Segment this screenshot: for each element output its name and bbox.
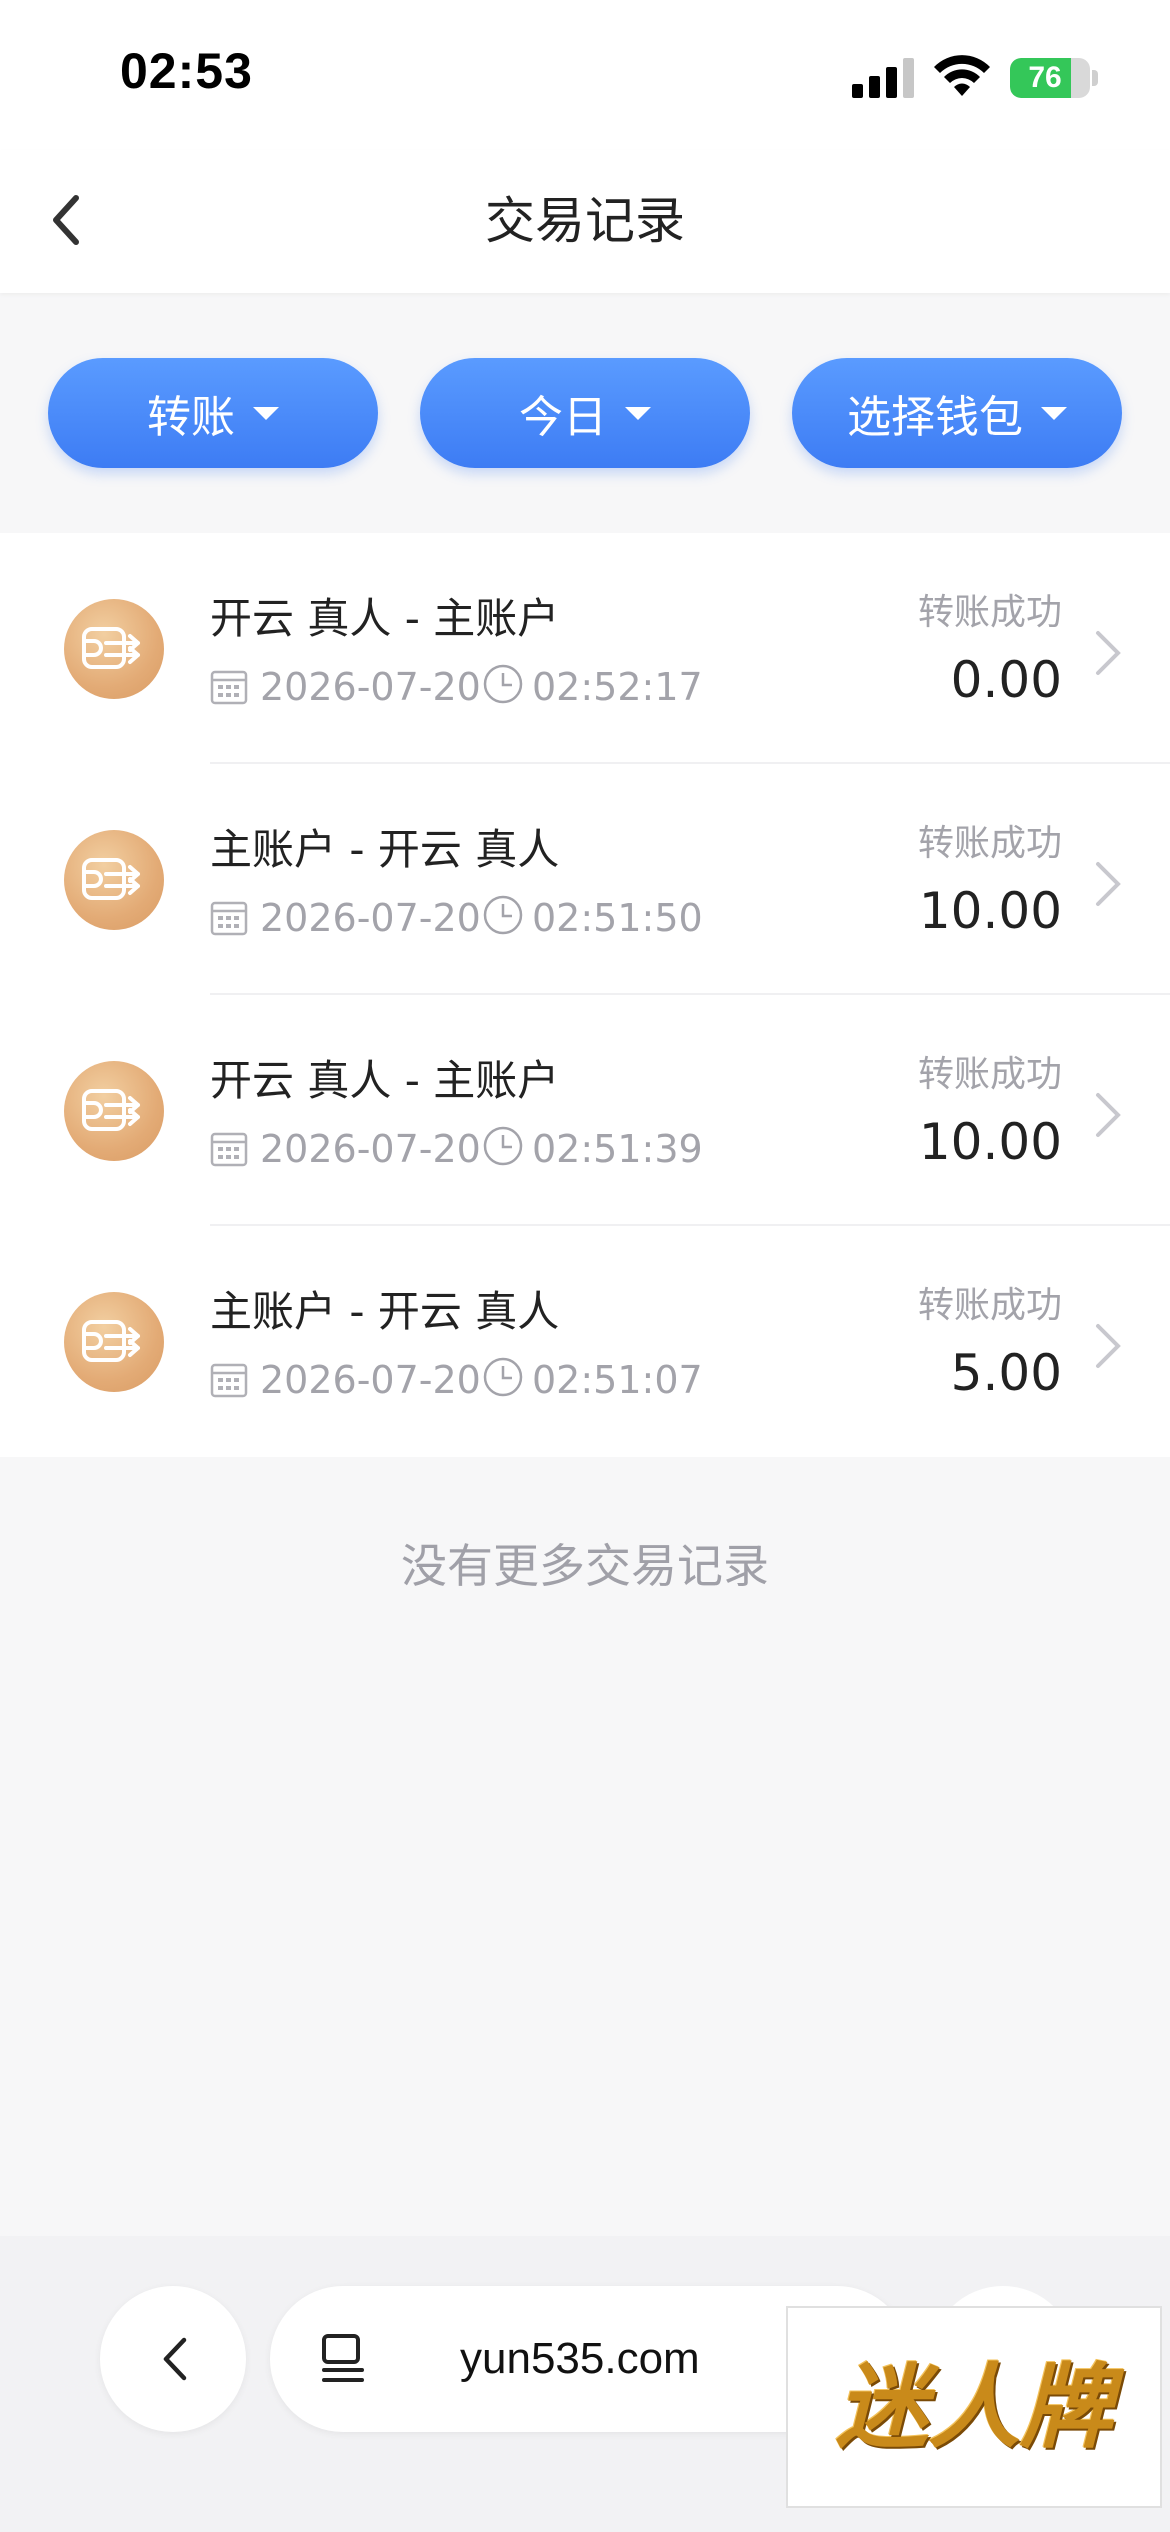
filter-wallet-button[interactable]: 选择钱包 bbox=[792, 358, 1122, 468]
transaction-date: 2026-07-20 bbox=[260, 1127, 481, 1171]
calendar-icon bbox=[210, 1363, 248, 1398]
filter-date-label: 今日 bbox=[519, 392, 607, 443]
transaction-title: 主账户 - 开云 真人 bbox=[210, 825, 560, 874]
clock-icon bbox=[483, 664, 523, 704]
wifi-icon bbox=[934, 55, 990, 96]
calendar-icon bbox=[210, 1132, 248, 1167]
screen: 02:53 76 交易记录 转账 今日 选择钱包 开云 真人 - 主账户 202… bbox=[0, 0, 1170, 2532]
browser-back-button[interactable] bbox=[100, 2286, 246, 2432]
transaction-date: 2026-07-20 bbox=[260, 665, 481, 709]
transaction-row[interactable]: 开云 真人 - 主账户 2026-07-20 02:51:39 转账成功 10.… bbox=[0, 995, 1170, 1226]
chevron-right-icon bbox=[1096, 631, 1121, 675]
cellular-signal-icon bbox=[852, 58, 914, 98]
calendar-icon bbox=[210, 670, 248, 705]
transaction-status: 转账成功 bbox=[917, 592, 1062, 633]
watermark-logo: 迷人牌 bbox=[786, 2306, 1162, 2508]
transaction-time: 02:51:50 bbox=[532, 896, 703, 940]
transaction-title: 开云 真人 - 主账户 bbox=[210, 594, 560, 643]
nav-header: 交易记录 bbox=[0, 150, 1170, 293]
caret-down-icon bbox=[1041, 406, 1067, 420]
battery-level: 76 bbox=[1028, 61, 1062, 94]
chevron-left-icon[interactable] bbox=[30, 180, 110, 260]
transaction-amount: 10.00 bbox=[918, 882, 1062, 940]
transaction-time: 02:51:07 bbox=[532, 1358, 703, 1402]
transfer-icon bbox=[64, 599, 164, 699]
transaction-amount: 10.00 bbox=[918, 1113, 1062, 1171]
filter-date-button[interactable]: 今日 bbox=[420, 358, 750, 468]
caret-down-icon bbox=[253, 406, 279, 420]
watermark-text: 迷人牌 bbox=[835, 2353, 1112, 2461]
clock-icon bbox=[483, 1126, 523, 1166]
calendar-icon bbox=[210, 901, 248, 936]
transaction-row[interactable]: 开云 真人 - 主账户 2026-07-20 02:52:17 转账成功 0.0… bbox=[0, 533, 1170, 764]
url-text: yun535.com bbox=[460, 2334, 700, 2383]
chevron-right-icon bbox=[1096, 1324, 1121, 1368]
chevron-left-icon bbox=[163, 2337, 187, 2381]
transaction-amount: 5.00 bbox=[950, 1344, 1062, 1402]
page-menu-icon[interactable] bbox=[318, 2332, 368, 2386]
clock-icon bbox=[483, 895, 523, 935]
transaction-row[interactable]: 主账户 - 开云 真人 2026-07-20 02:51:50 转账成功 10.… bbox=[0, 764, 1170, 995]
transfer-icon bbox=[64, 830, 164, 930]
status-bar: 02:53 76 bbox=[0, 0, 1170, 150]
filter-type-button[interactable]: 转账 bbox=[48, 358, 378, 468]
filter-wallet-label: 选择钱包 bbox=[847, 392, 1023, 443]
battery-icon: 76 bbox=[1010, 58, 1090, 98]
page-title: 交易记录 bbox=[485, 192, 685, 250]
transaction-row[interactable]: 主账户 - 开云 真人 2026-07-20 02:51:07 转账成功 5.0… bbox=[0, 1226, 1170, 1457]
battery-nub bbox=[1092, 70, 1098, 86]
transaction-title: 开云 真人 - 主账户 bbox=[210, 1056, 560, 1105]
filter-type-label: 转账 bbox=[147, 392, 235, 443]
transaction-time: 02:51:39 bbox=[532, 1127, 703, 1171]
transaction-status: 转账成功 bbox=[917, 1285, 1062, 1326]
transaction-title: 主账户 - 开云 真人 bbox=[210, 1287, 560, 1336]
transaction-list: 开云 真人 - 主账户 2026-07-20 02:52:17 转账成功 0.0… bbox=[0, 533, 1170, 1457]
transaction-amount: 0.00 bbox=[950, 651, 1062, 709]
transaction-status: 转账成功 bbox=[917, 823, 1062, 864]
status-time: 02:53 bbox=[120, 43, 253, 99]
chevron-right-icon bbox=[1096, 862, 1121, 906]
clock-icon bbox=[483, 1357, 523, 1397]
transfer-icon bbox=[64, 1292, 164, 1392]
filter-bar: 转账 今日 选择钱包 bbox=[0, 293, 1170, 533]
chevron-right-icon bbox=[1096, 1093, 1121, 1137]
transfer-icon bbox=[64, 1061, 164, 1161]
transaction-time: 02:52:17 bbox=[532, 665, 703, 709]
transaction-status: 转账成功 bbox=[917, 1054, 1062, 1095]
transaction-date: 2026-07-20 bbox=[260, 1358, 481, 1402]
caret-down-icon bbox=[625, 406, 651, 420]
transaction-date: 2026-07-20 bbox=[260, 896, 481, 940]
no-more-records: 没有更多交易记录 bbox=[401, 1539, 769, 1593]
